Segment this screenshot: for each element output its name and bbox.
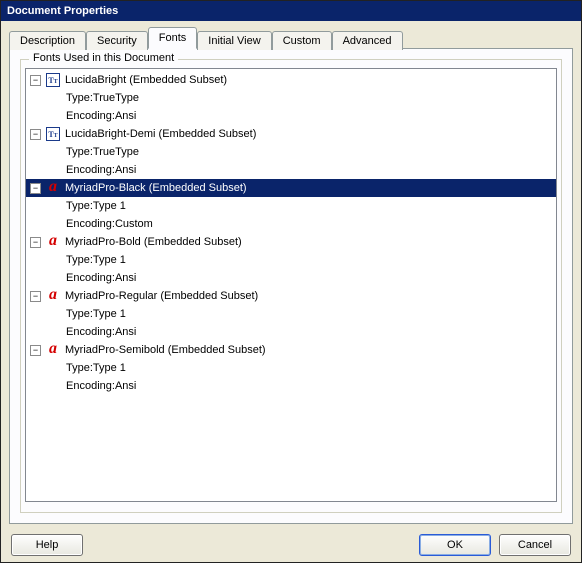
tab-strip: Description Security Fonts Initial View … (9, 27, 573, 49)
font-encoding-row[interactable]: Encoding: Ansi (26, 161, 556, 179)
type-prefix: Type: (66, 146, 93, 158)
cancel-button[interactable]: Cancel (499, 534, 571, 556)
font-type-row[interactable]: Type: Type 1 (26, 251, 556, 269)
collapse-icon[interactable]: − (30, 345, 41, 356)
font-type-value: Type 1 (93, 254, 126, 266)
font-encoding-value: Ansi (115, 326, 136, 338)
font-encoding-row[interactable]: Encoding: Ansi (26, 269, 556, 287)
font-encoding-value: Custom (115, 218, 153, 230)
type1-icon: a (45, 180, 61, 196)
encoding-prefix: Encoding: (66, 326, 115, 338)
tab-custom[interactable]: Custom (272, 31, 332, 50)
font-name-label: MyriadPro-Semibold (Embedded Subset) (65, 344, 266, 356)
tab-fonts[interactable]: Fonts (148, 27, 198, 49)
font-encoding-value: Ansi (115, 164, 136, 176)
truetype-icon: TT (45, 126, 61, 142)
tab-advanced[interactable]: Advanced (332, 31, 403, 50)
encoding-prefix: Encoding: (66, 218, 115, 230)
encoding-prefix: Encoding: (66, 110, 115, 122)
tab-panel-fonts: Fonts Used in this Document −TTLucidaBri… (9, 48, 573, 524)
tab-label: Security (97, 35, 137, 47)
font-type-value: TrueType (93, 92, 139, 104)
font-type-value: TrueType (93, 146, 139, 158)
font-encoding-value: Ansi (115, 380, 136, 392)
type-prefix: Type: (66, 92, 93, 104)
font-name-label: LucidaBright-Demi (Embedded Subset) (65, 128, 256, 140)
font-name-label: MyriadPro-Bold (Embedded Subset) (65, 236, 242, 248)
type1-icon: a (45, 342, 61, 358)
fonts-fieldset: Fonts Used in this Document −TTLucidaBri… (20, 59, 562, 513)
encoding-prefix: Encoding: (66, 164, 115, 176)
font-type-row[interactable]: Type: Type 1 (26, 305, 556, 323)
font-type-row[interactable]: Type: TrueType (26, 143, 556, 161)
tab-label: Custom (283, 35, 321, 47)
font-type-value: Type 1 (93, 362, 126, 374)
font-encoding-row[interactable]: Encoding: Custom (26, 215, 556, 233)
type-prefix: Type: (66, 362, 93, 374)
tab-label: Advanced (343, 35, 392, 47)
dialog-content: Description Security Fonts Initial View … (1, 21, 581, 524)
font-tree-item[interactable]: −a MyriadPro-Black (Embedded Subset) (26, 179, 556, 197)
type-prefix: Type: (66, 308, 93, 320)
font-tree-item[interactable]: −TT LucidaBright-Demi (Embedded Subset) (26, 125, 556, 143)
font-encoding-row[interactable]: Encoding: Ansi (26, 107, 556, 125)
fieldset-legend: Fonts Used in this Document (29, 52, 178, 64)
font-tree-item[interactable]: −TT LucidaBright (Embedded Subset) (26, 71, 556, 89)
tab-label: Fonts (159, 32, 187, 44)
font-tree-item[interactable]: −a MyriadPro-Regular (Embedded Subset) (26, 287, 556, 305)
collapse-icon[interactable]: − (30, 75, 41, 86)
tab-description[interactable]: Description (9, 31, 86, 50)
type1-icon: a (45, 234, 61, 250)
tab-security[interactable]: Security (86, 31, 148, 50)
font-type-row[interactable]: Type: TrueType (26, 89, 556, 107)
collapse-icon[interactable]: − (30, 291, 41, 302)
type-prefix: Type: (66, 200, 93, 212)
title-bar: Document Properties (1, 1, 581, 21)
tab-initial-view[interactable]: Initial View (197, 31, 271, 50)
tab-label: Initial View (208, 35, 260, 47)
font-type-value: Type 1 (93, 308, 126, 320)
font-encoding-value: Ansi (115, 272, 136, 284)
truetype-icon: TT (45, 72, 61, 88)
type-prefix: Type: (66, 254, 93, 266)
button-bar: Help OK Cancel (1, 524, 581, 556)
type1-icon: a (45, 288, 61, 304)
collapse-icon[interactable]: − (30, 183, 41, 194)
encoding-prefix: Encoding: (66, 380, 115, 392)
font-name-label: MyriadPro-Regular (Embedded Subset) (65, 290, 258, 302)
encoding-prefix: Encoding: (66, 272, 115, 284)
collapse-icon[interactable]: − (30, 237, 41, 248)
font-tree[interactable]: −TTLucidaBright (Embedded Subset)Type: T… (25, 68, 557, 502)
window-title: Document Properties (7, 5, 118, 17)
font-encoding-value: Ansi (115, 110, 136, 122)
font-name-label: LucidaBright (Embedded Subset) (65, 74, 227, 86)
font-name-label: MyriadPro-Black (Embedded Subset) (65, 182, 247, 194)
font-type-row[interactable]: Type: Type 1 (26, 359, 556, 377)
font-encoding-row[interactable]: Encoding: Ansi (26, 377, 556, 395)
font-type-value: Type 1 (93, 200, 126, 212)
help-button[interactable]: Help (11, 534, 83, 556)
tab-label: Description (20, 35, 75, 47)
font-tree-item[interactable]: −a MyriadPro-Semibold (Embedded Subset) (26, 341, 556, 359)
font-tree-item[interactable]: −a MyriadPro-Bold (Embedded Subset) (26, 233, 556, 251)
font-encoding-row[interactable]: Encoding: Ansi (26, 323, 556, 341)
ok-button[interactable]: OK (419, 534, 491, 556)
collapse-icon[interactable]: − (30, 129, 41, 140)
font-type-row[interactable]: Type: Type 1 (26, 197, 556, 215)
